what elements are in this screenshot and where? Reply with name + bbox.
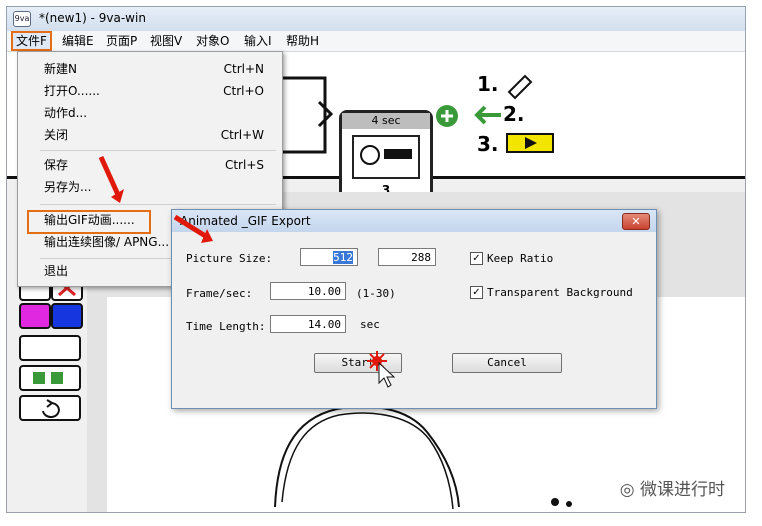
menu-item-export-apng[interactable]: 输出连续图像/ APNG... (44, 233, 169, 251)
shortcut-close: Ctrl+W (220, 128, 264, 142)
keep-ratio-label: Keep Ratio (487, 252, 554, 265)
picture-width-input[interactable]: 512 (300, 248, 358, 266)
shortcut-open: Ctrl+O (223, 84, 264, 98)
magenta-color-swatch[interactable] (19, 303, 51, 329)
dialog-title-bar: Animated _GIF Export ✕ (172, 210, 656, 232)
tool-lock-icon[interactable] (19, 335, 81, 361)
dialog-title: Animated _GIF Export (180, 214, 311, 228)
menu-view[interactable]: 视图V (147, 33, 185, 49)
step-3-label: 3. (477, 132, 499, 156)
menu-item-export-gif[interactable]: 输出GIF动画...... (44, 211, 135, 229)
menu-item-action[interactable]: 动作d... (44, 104, 87, 122)
picture-size-label: Picture Size: (186, 252, 273, 265)
menu-input[interactable]: 输入I (241, 33, 275, 49)
menu-file[interactable]: 文件F (11, 31, 52, 51)
app-icon: 9va (13, 11, 31, 27)
time-length-label: Time Length: (186, 320, 266, 333)
time-length-input[interactable]: 14.00 (270, 315, 346, 333)
wechat-icon: ◎ (619, 480, 635, 500)
menu-object[interactable]: 对象O (193, 33, 232, 49)
title-bar: 9va *(new1) - 9va-win (7, 7, 745, 31)
menu-page[interactable]: 页面P (103, 33, 140, 49)
frame-rate-range: (1-30) (356, 287, 396, 300)
step-1-label: 1. (477, 72, 499, 96)
shortcut-new: Ctrl+N (223, 62, 264, 76)
blue-color-swatch[interactable] (51, 303, 83, 329)
picture-width-value: 512 (333, 251, 353, 264)
menu-bar: 文件F 编辑E 页面P 视图V 对象O 输入I 帮助H (7, 31, 745, 52)
tool-move-icon[interactable] (19, 365, 81, 391)
menu-help[interactable]: 帮助H (283, 33, 322, 49)
watermark-text: 微课进行时 (640, 480, 725, 500)
menu-item-save[interactable]: 保存 (44, 156, 68, 174)
app-window: 9va *(new1) - 9va-win 文件F 编辑E 页面P 视图V 对象… (6, 6, 746, 513)
card-duration: 4 sec (342, 113, 430, 129)
close-icon[interactable]: ✕ (622, 213, 650, 230)
menu-item-save-as[interactable]: 另存为... (44, 178, 91, 196)
transparent-bg-label: Transparent Background (487, 286, 633, 299)
transparent-bg-checkbox[interactable]: ✓ (470, 286, 483, 299)
frame-rate-label: Frame/sec: (186, 287, 253, 300)
step-2-label: 2. (503, 102, 525, 126)
window-title: *(new1) - 9va-win (39, 11, 146, 25)
menu-item-close[interactable]: 关闭 (44, 126, 68, 144)
menu-item-new[interactable]: 新建N (44, 60, 77, 78)
keep-ratio-checkbox[interactable]: ✓ (470, 252, 483, 265)
watermark: ◎ 微课进行时 (620, 475, 725, 500)
toolbox (17, 275, 83, 425)
skull-doodle-image (352, 135, 420, 179)
menu-separator (40, 204, 276, 205)
picture-height-input[interactable]: 288 (378, 248, 436, 266)
start-button[interactable]: Start (314, 353, 402, 373)
menu-edit[interactable]: 编辑E (59, 33, 97, 49)
gif-export-dialog: Animated _GIF Export ✕ Picture Size: 512… (171, 209, 657, 409)
shortcut-save: Ctrl+S (224, 158, 264, 172)
time-unit-label: sec (360, 318, 380, 331)
undo-icon[interactable] (19, 395, 81, 421)
frame-rate-input[interactable]: 10.00 (270, 282, 346, 300)
menu-item-exit[interactable]: 退出 (44, 262, 68, 280)
menu-item-open[interactable]: 打开O...... (44, 82, 100, 100)
cancel-button[interactable]: Cancel (452, 353, 562, 373)
menu-separator (40, 150, 276, 151)
